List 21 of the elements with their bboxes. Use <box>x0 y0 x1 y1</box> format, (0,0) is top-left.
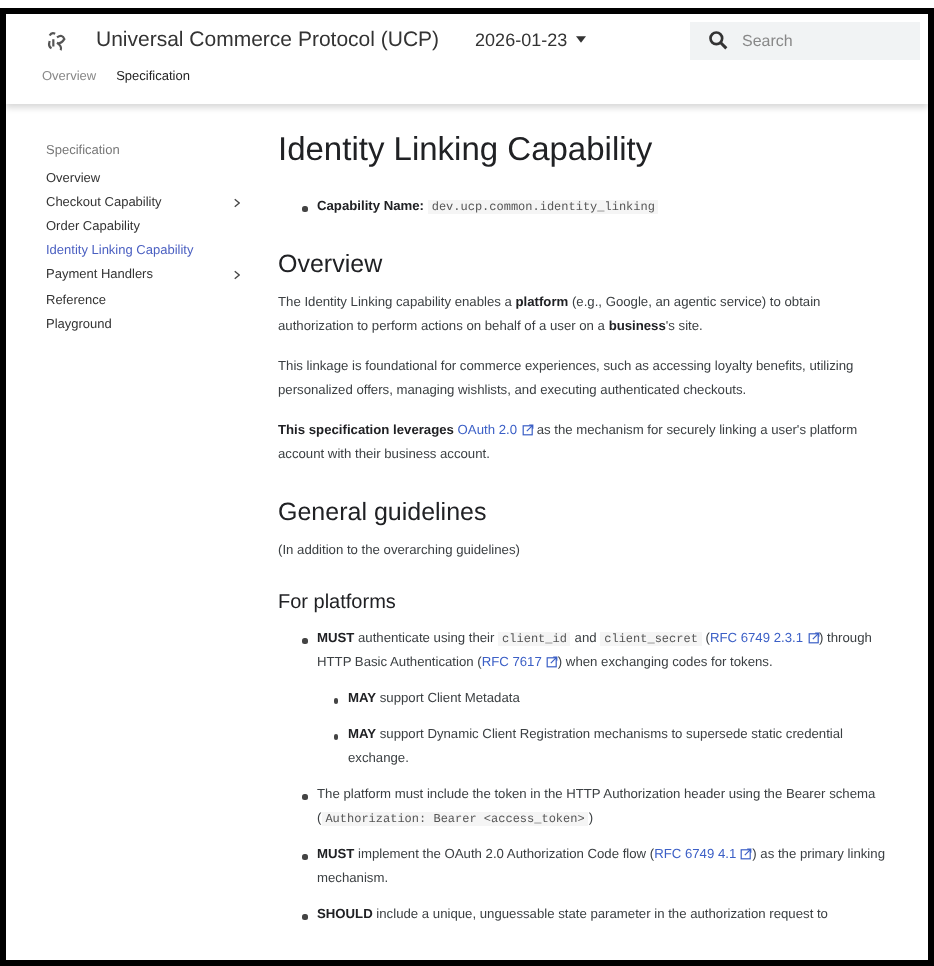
subsection-heading: For platforms <box>278 592 398 614</box>
bullet-icon <box>302 638 307 643</box>
search-field[interactable]: Search <box>690 21 920 59</box>
bullet-icon <box>302 206 307 211</box>
section-heading: Overview <box>278 250 385 278</box>
external-link-icon <box>807 631 820 643</box>
bullet-icon <box>302 854 307 859</box>
external-link-icon <box>545 655 558 667</box>
bullet-icon <box>333 734 338 739</box>
external-link-icon <box>740 847 753 859</box>
external-link-icon <box>521 423 533 435</box>
logo-icon[interactable] <box>46 29 68 51</box>
bullet-icon <box>333 698 338 703</box>
version-dropdown[interactable]: 2026-01-23 <box>475 30 586 50</box>
search-icon <box>708 30 728 50</box>
page-title: Identity Linking Capability <box>278 132 655 170</box>
section-heading: General guidelines <box>278 498 489 526</box>
bullet-icon <box>302 914 307 919</box>
site-title[interactable]: Universal Commerce Protocol (UCP) <box>96 28 440 52</box>
bullet-icon <box>302 794 307 799</box>
caret-icon <box>575 36 586 44</box>
